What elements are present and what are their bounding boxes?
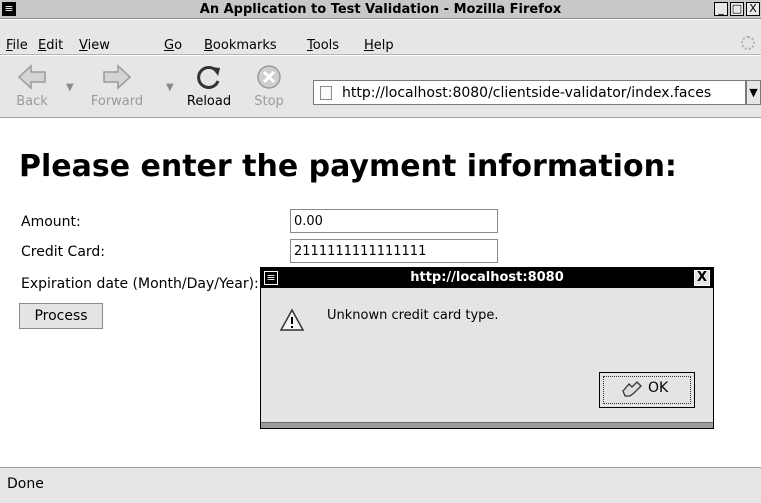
menu-tools[interactable]: Tools: [307, 38, 339, 53]
back-label: Back: [16, 94, 48, 109]
activity-throbber-icon: [741, 36, 755, 50]
minimize-button[interactable]: _: [714, 2, 728, 16]
stop-icon: [257, 65, 281, 89]
forward-history-dropdown-icon[interactable]: ▼: [166, 82, 174, 93]
dialog-titlebar[interactable]: ≡ http://localhost:8080 X: [261, 268, 713, 288]
alert-dialog: ≡ http://localhost:8080 X Unknown credit…: [260, 267, 714, 429]
dialog-title: http://localhost:8080: [410, 270, 564, 285]
menu-edit[interactable]: Edit: [38, 38, 63, 53]
menu-help-mnemonic: H: [364, 38, 374, 53]
menu-go-mnemonic: G: [164, 38, 175, 53]
ok-label: OK: [648, 380, 669, 396]
ok-button[interactable]: OK: [599, 372, 695, 408]
menu-file-label: ile: [12, 38, 28, 53]
forward-arrow-icon: [103, 64, 132, 90]
url-text[interactable]: http://localhost:8080/clientside-validat…: [342, 85, 711, 101]
credit-card-label: Credit Card:: [21, 244, 106, 260]
ok-focus-ring: [603, 376, 691, 404]
menu-edit-label: dit: [46, 38, 64, 53]
status-text: Done: [7, 476, 44, 492]
menu-view-mnemonic: V: [79, 38, 88, 53]
dialog-bottom-bar: [261, 422, 713, 428]
ok-hand-icon: [622, 381, 642, 397]
page-heading: Please enter the payment information:: [19, 149, 677, 184]
expiration-date-label: Expiration date (Month/Day/Year):: [21, 276, 259, 292]
menu-bookmarks[interactable]: Bookmarks: [204, 38, 277, 53]
menu-bookmarks-label: ookmarks: [212, 38, 277, 53]
menu-edit-mnemonic: E: [38, 38, 47, 53]
page-icon: [320, 86, 332, 100]
menu-view-label: iew: [87, 38, 110, 53]
url-dropdown-button[interactable]: ▼: [746, 80, 761, 105]
window-titlebar[interactable]: ≡ An Application to Test Validation - Mo…: [0, 0, 761, 19]
window-title: An Application to Test Validation - Mozi…: [199, 2, 562, 17]
navigation-toolbar: Back ▼ Forward ▼ Reload Stop http://loca…: [0, 56, 761, 118]
menu-view[interactable]: View: [79, 38, 110, 53]
stop-button[interactable]: Stop: [243, 60, 295, 116]
dialog-menu-icon[interactable]: ≡: [264, 271, 278, 285]
back-button[interactable]: Back: [4, 60, 60, 116]
amount-label: Amount:: [21, 214, 81, 230]
warning-icon: [279, 308, 305, 331]
amount-input[interactable]: [290, 209, 498, 233]
reload-button[interactable]: Reload: [180, 60, 238, 116]
close-button[interactable]: X: [746, 2, 760, 16]
dialog-close-button[interactable]: X: [694, 270, 710, 286]
url-bar[interactable]: http://localhost:8080/clientside-validat…: [313, 80, 746, 105]
menu-help-label: elp: [373, 38, 394, 53]
maximize-button[interactable]: □: [730, 2, 744, 16]
menu-tools-label: ools: [312, 38, 340, 53]
reload-icon: [197, 65, 220, 89]
menu-bar: File Edit View Go Bookmarks Tools Help: [0, 20, 761, 55]
back-history-dropdown-icon[interactable]: ▼: [66, 82, 74, 93]
menu-go[interactable]: Go: [164, 38, 182, 53]
status-bar: Done: [0, 467, 761, 503]
back-arrow-icon: [17, 64, 46, 90]
menu-bookmarks-mnemonic: B: [204, 38, 213, 53]
dialog-message: Unknown credit card type.: [327, 308, 499, 323]
process-button[interactable]: Process: [19, 303, 103, 329]
menu-help[interactable]: Help: [364, 38, 394, 53]
forward-label: Forward: [90, 94, 144, 109]
forward-button[interactable]: Forward: [82, 60, 152, 116]
menu-go-label: o: [174, 38, 183, 53]
menu-file[interactable]: File: [6, 38, 28, 53]
reload-label: Reload: [186, 94, 232, 109]
window-menu-icon[interactable]: ≡: [2, 2, 16, 16]
stop-label: Stop: [254, 94, 284, 109]
credit-card-input[interactable]: [290, 239, 498, 263]
